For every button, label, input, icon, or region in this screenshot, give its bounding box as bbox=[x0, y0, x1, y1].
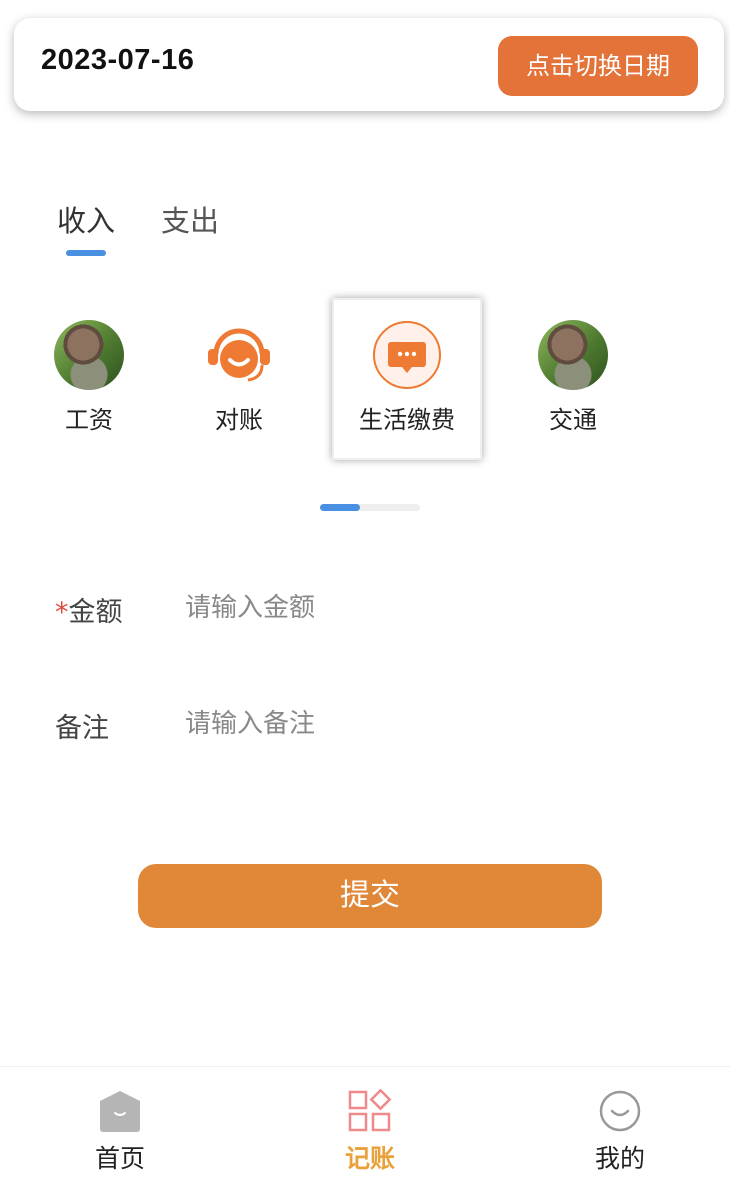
home-icon bbox=[98, 1089, 142, 1133]
nav-bookkeeping[interactable]: 记账 bbox=[300, 1067, 440, 1175]
category-transport[interactable]: 交通 bbox=[498, 320, 648, 435]
category-label: 工资 bbox=[65, 406, 113, 434]
category-label: 生活缴费 bbox=[359, 406, 455, 434]
snail-photo-icon bbox=[538, 320, 608, 390]
submit-button[interactable]: 提交 bbox=[138, 864, 602, 928]
active-tab-indicator bbox=[66, 250, 106, 256]
smile-face-icon bbox=[598, 1089, 642, 1133]
note-label: 备注 bbox=[55, 713, 109, 744]
category-reconcile[interactable]: 对账 bbox=[164, 320, 314, 435]
selected-date: 2023-07-16 bbox=[41, 44, 195, 76]
bottom-nav: 首页 记账 我的 bbox=[0, 1066, 730, 1183]
nav-label: 记账 bbox=[344, 1144, 395, 1173]
nav-label: 首页 bbox=[94, 1144, 145, 1173]
nav-label: 我的 bbox=[594, 1144, 645, 1173]
amount-label: *金额 bbox=[55, 597, 123, 628]
grid-icon bbox=[348, 1088, 392, 1133]
tab-income[interactable]: 收入 bbox=[57, 198, 115, 240]
nav-home[interactable]: 首页 bbox=[50, 1067, 190, 1175]
required-mark: * bbox=[55, 597, 69, 628]
tab-expense[interactable]: 支出 bbox=[161, 198, 219, 240]
date-card: 2023-07-16 点击切换日期 bbox=[14, 18, 724, 111]
amount-input[interactable] bbox=[185, 588, 665, 628]
category-scroll-track bbox=[320, 504, 420, 511]
smiley-headset-icon bbox=[204, 320, 274, 390]
category-utilities[interactable]: 生活缴费 bbox=[332, 298, 482, 460]
category-scroll-thumb bbox=[320, 504, 360, 511]
category-salary[interactable]: 工资 bbox=[14, 320, 164, 435]
category-label: 交通 bbox=[549, 406, 597, 434]
snail-photo-icon bbox=[54, 320, 124, 390]
nav-mine[interactable]: 我的 bbox=[550, 1067, 690, 1175]
switch-date-button[interactable]: 点击切换日期 bbox=[498, 36, 698, 96]
note-input[interactable] bbox=[185, 704, 665, 744]
chat-bubble-icon bbox=[372, 320, 442, 390]
category-label: 对账 bbox=[215, 406, 263, 434]
